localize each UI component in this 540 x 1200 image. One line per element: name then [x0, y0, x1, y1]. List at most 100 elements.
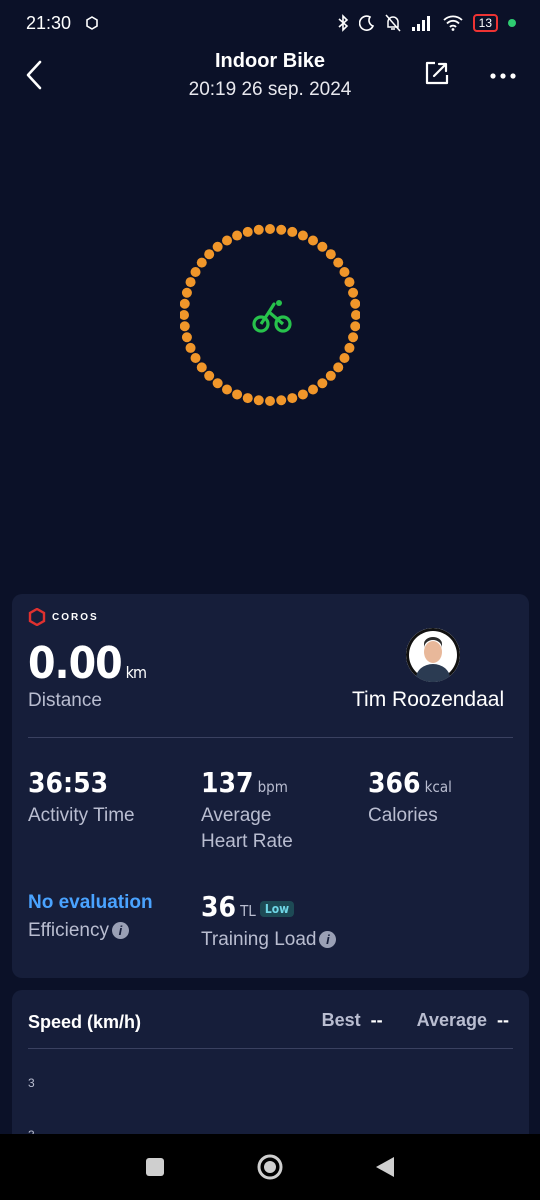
activity-time-value: 36:53 [28, 766, 109, 799]
summary-card: COROS 0.00 km Distance Tim Roozendaal 36:… [12, 594, 529, 978]
mute-bell-icon [385, 14, 401, 32]
heart-rate-label-1: Average [201, 805, 272, 826]
efficiency-label-row: Efficiency i [28, 918, 153, 944]
ring-dot [222, 235, 232, 246]
ring-dot [276, 224, 287, 235]
ring-dot [339, 267, 350, 277]
speed-title: Speed (km/h) [28, 1012, 142, 1032]
heart-rate-label: Average Heart Rate [201, 803, 293, 855]
ring-dot [333, 257, 344, 268]
stat-efficiency: No evaluation Efficiency i [28, 892, 153, 944]
heart-rate-label-2: Heart Rate [201, 831, 293, 852]
ring-dot [232, 230, 243, 241]
sync-icon [86, 16, 98, 30]
share-icon[interactable] [424, 60, 450, 86]
training-load-number: 36 [201, 890, 237, 923]
battery-indicator: 13 [472, 14, 498, 32]
calories-unit: kcal [424, 778, 452, 796]
ring-dot [212, 241, 223, 252]
calories-label: Calories [368, 805, 438, 826]
status-bar: 21:30 13 [0, 0, 540, 46]
brand-logo: COROS [28, 608, 99, 626]
training-load-label: Training Load [201, 929, 317, 950]
more-icon[interactable] [489, 72, 517, 80]
average-value: -- [497, 1010, 509, 1030]
heart-rate-value: 137 bpm [201, 766, 293, 799]
y-axis-tick: 3 [28, 1076, 35, 1090]
activity-datetime: 20:19 26 sep. 2024 [188, 79, 352, 100]
heart-rate-number: 137 [201, 766, 254, 799]
brand-name: COROS [52, 611, 99, 623]
ring-dot [204, 249, 215, 260]
ring-dot [242, 393, 253, 404]
ring-dot [297, 230, 308, 241]
ring-dot [265, 396, 275, 406]
ring-dot [196, 362, 207, 373]
activity-time-label: Activity Time [28, 805, 135, 826]
ring-dot [265, 224, 275, 234]
ring-dot [242, 226, 253, 237]
distance-value: 0.00 km [28, 638, 147, 689]
avatar-image [406, 628, 460, 682]
cycling-icon [252, 300, 292, 333]
ring-dot [317, 378, 328, 389]
ring-dot [308, 384, 318, 395]
training-load-unit: TL [240, 902, 256, 920]
app-header: Indoor Bike 20:19 26 sep. 2024 [0, 46, 540, 110]
ring-dot [180, 298, 190, 309]
ring-dot [325, 249, 336, 260]
home-button[interactable] [256, 1153, 284, 1181]
training-load-label-row: Training Load i [201, 927, 337, 953]
stat-calories: 366 kcal Calories [368, 766, 452, 829]
ring-dot [212, 378, 223, 389]
ring-dot [339, 353, 350, 363]
wifi-icon [443, 15, 463, 31]
info-icon[interactable]: i [319, 931, 337, 948]
signal-icon [411, 16, 430, 31]
avatar[interactable] [406, 628, 460, 682]
user-name: Tim Roozendaal [352, 688, 505, 711]
ring-dot [181, 332, 192, 343]
ring-dot [181, 287, 192, 298]
stat-heart-rate: 137 bpm Average Heart Rate [201, 766, 293, 855]
bluetooth-icon [338, 14, 348, 32]
ring-dot [287, 226, 298, 237]
ring-dot [196, 257, 207, 268]
ring-dot [297, 389, 308, 400]
average-label: Average [416, 1010, 487, 1030]
ring-dot [350, 321, 360, 332]
calories-value: 366 kcal [368, 766, 452, 799]
best-label: Best [321, 1010, 361, 1030]
page-title: Indoor Bike [214, 50, 325, 72]
distance-number: 0.00 [28, 638, 123, 689]
ring-dot [185, 277, 196, 288]
ring-dot [185, 342, 196, 353]
ring-dot [190, 353, 201, 363]
ring-dot [204, 370, 215, 381]
speed-summary: Best -- Average -- [322, 1010, 509, 1031]
ring-dot [180, 321, 190, 332]
info-icon[interactable]: i [111, 922, 129, 939]
divider [28, 737, 513, 738]
system-nav-bar [0, 1134, 540, 1200]
ring-dot [253, 395, 264, 406]
back-nav-button[interactable] [374, 1155, 396, 1179]
ring-dot [344, 277, 355, 288]
best-value: -- [370, 1010, 383, 1030]
ring-dot [287, 393, 298, 404]
ring-dot [348, 287, 359, 298]
speed-card: Speed (km/h) Best -- Average -- 3 3 [12, 990, 529, 1150]
coros-logo-icon [28, 608, 46, 626]
ring-dot [325, 370, 336, 381]
ring-dot [190, 267, 201, 277]
ring-dot [232, 389, 243, 400]
efficiency-label: Efficiency [28, 920, 109, 941]
ring-dot [348, 332, 359, 343]
recents-button[interactable] [144, 1156, 166, 1178]
ring-dot [351, 310, 360, 320]
status-time: 21:30 [26, 12, 72, 33]
ring-dot [276, 395, 287, 406]
calories-number: 366 [368, 766, 421, 799]
ring-dot [344, 342, 355, 353]
